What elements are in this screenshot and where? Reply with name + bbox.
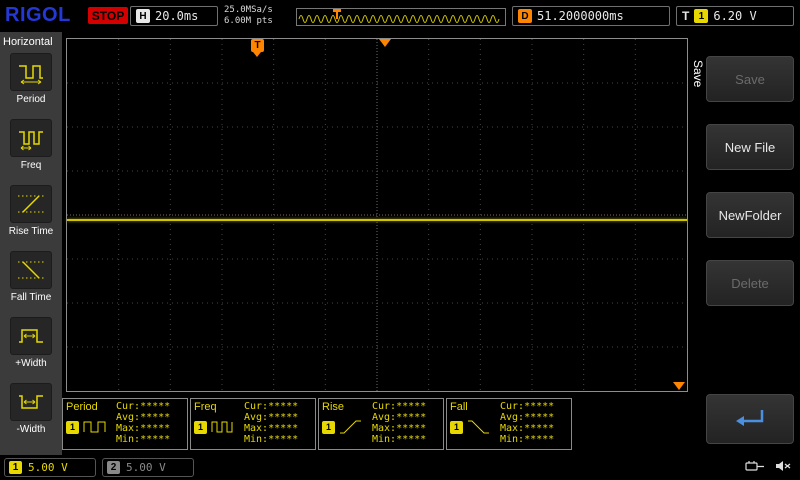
delay-position-marker — [379, 39, 391, 47]
usb-icon — [745, 461, 764, 471]
measurement-cur: Cur:***** — [116, 401, 171, 412]
top-status-bar: RIGOL STOP H 20.0ms 25.0MSa/s 6.00M pts … — [0, 0, 800, 32]
measurement-min: Min:***** — [244, 434, 299, 445]
timebase-value: 20.0ms — [155, 9, 199, 23]
measurement-max: Max:***** — [244, 423, 299, 434]
measurement-min: Min:***** — [500, 434, 555, 445]
run-state-badge: STOP — [88, 7, 128, 24]
measurement-name: Rise — [322, 401, 345, 413]
measurement-name: Fall — [450, 401, 468, 413]
rise-icon — [340, 420, 361, 434]
menu-item-label: +Width — [15, 358, 47, 369]
delay-box: D 51.2000000ms — [512, 6, 670, 26]
freq-icon — [211, 421, 233, 433]
measurement-max: Max:***** — [116, 423, 171, 434]
rise-time-icon — [10, 185, 52, 223]
delay-label-badge: D — [518, 9, 532, 23]
measurement-cur: Cur:***** — [244, 401, 299, 412]
horizontal-timebase-box: H 20.0ms — [130, 6, 218, 26]
waveform-preview-strip — [296, 8, 506, 26]
memory-depth: 6.00M pts — [224, 16, 273, 26]
preview-trigger-marker — [333, 9, 341, 19]
channel-badge: 1 — [66, 420, 79, 434]
horizontal-label-badge: H — [136, 9, 150, 23]
trigger-position-arrow — [253, 52, 261, 57]
period-icon — [10, 53, 52, 91]
channel1-number-badge: 1 — [9, 461, 22, 474]
measurement-cur: Cur:***** — [372, 401, 427, 412]
return-arrow-icon — [736, 410, 764, 426]
measurement-panel-freq: Freq 1 Cur:***** Avg:***** Max:***** Min… — [190, 398, 316, 450]
delay-value: 51.2000000ms — [537, 9, 624, 23]
channel1-indicator[interactable]: 1 5.00 V — [4, 458, 96, 477]
menu-item-label: Fall Time — [10, 292, 52, 303]
trigger-label: T — [682, 9, 690, 23]
channel-badge: 1 — [194, 420, 207, 434]
measure-menu-sidebar: Horizontal Period Freq Rise Time Fall Ti… — [0, 32, 62, 455]
save-button[interactable]: Save — [706, 56, 794, 102]
measurement-avg: Avg:***** — [244, 412, 299, 423]
menu-item-fall-time[interactable]: Fall Time — [0, 248, 62, 314]
channel-badge: 1 — [450, 420, 463, 434]
menu-item-freq[interactable]: Freq — [0, 116, 62, 182]
new-folder-button[interactable]: NewFolder — [706, 192, 794, 238]
menu-tab-save: Save — [691, 60, 705, 88]
delete-button[interactable]: Delete — [706, 260, 794, 306]
fall-time-icon — [10, 251, 52, 289]
graticule-grid — [67, 39, 687, 391]
menu-item-minus-width[interactable]: -Width — [0, 380, 62, 446]
measurement-avg: Avg:***** — [372, 412, 427, 423]
waveform-display: T — [66, 38, 688, 392]
speaker-muted-icon — [776, 461, 791, 471]
trigger-level-marker[interactable] — [673, 382, 685, 390]
new-file-button[interactable]: New File — [706, 124, 794, 170]
measurement-panel-period: Period 1 Cur:***** Avg:***** Max:***** M… — [62, 398, 188, 450]
menu-item-period[interactable]: Period — [0, 50, 62, 116]
menu-item-label: Freq — [20, 160, 42, 171]
rigol-logo: RIGOL — [5, 4, 71, 26]
measurement-cur: Cur:***** — [500, 401, 555, 412]
menu-item-label: Rise Time — [8, 226, 54, 237]
channel2-number-badge: 2 — [107, 461, 120, 474]
channel1-scale: 5.00 V — [28, 461, 68, 474]
menu-item-label: Period — [16, 94, 46, 105]
fall-icon — [468, 420, 489, 434]
trigger-level-value: 6.20 V — [713, 9, 757, 23]
menu-item-rise-time[interactable]: Rise Time — [0, 182, 62, 248]
measurement-name: Freq — [194, 401, 217, 413]
menu-item-label: -Width — [16, 424, 46, 435]
sample-rate: 25.0MSa/s — [224, 5, 273, 15]
measurement-name: Period — [66, 401, 98, 413]
menu-item-plus-width[interactable]: +Width — [0, 314, 62, 380]
freq-icon — [10, 119, 52, 157]
trigger-position-marker[interactable]: T — [251, 39, 264, 52]
measurement-strip: Period 1 Cur:***** Avg:***** Max:***** M… — [62, 398, 572, 450]
measurement-max: Max:***** — [500, 423, 555, 434]
measurement-min: Min:***** — [116, 434, 171, 445]
channel1-trace — [67, 219, 687, 221]
measure-category-title: Horizontal — [3, 36, 53, 48]
channel2-indicator[interactable]: 2 5.00 V — [102, 458, 194, 477]
measurement-max: Max:***** — [372, 423, 427, 434]
measurement-panel-fall: Fall 1 Cur:***** Avg:***** Max:***** Min… — [446, 398, 572, 450]
acquisition-info: 25.0MSa/s 6.00M pts — [224, 5, 273, 27]
trigger-box: T 1 6.20 V — [676, 6, 794, 26]
back-button[interactable] — [706, 394, 794, 444]
trigger-channel-badge: 1 — [694, 9, 709, 23]
channel-badge: 1 — [322, 420, 335, 434]
oscilloscope-screen: RIGOL STOP H 20.0ms 25.0MSa/s 6.00M pts … — [0, 0, 800, 480]
measurement-min: Min:***** — [372, 434, 427, 445]
preview-wave — [298, 15, 500, 23]
period-icon — [83, 421, 106, 433]
bottom-status-bar: 1 5.00 V 2 5.00 V — [0, 455, 800, 480]
plus-width-icon — [10, 317, 52, 355]
save-menu: Save Save New File NewFolder Delete — [688, 32, 800, 455]
measurement-avg: Avg:***** — [500, 412, 555, 423]
channel2-scale: 5.00 V — [126, 461, 166, 474]
measurement-avg: Avg:***** — [116, 412, 171, 423]
measurement-panel-rise: Rise 1 Cur:***** Avg:***** Max:***** Min… — [318, 398, 444, 450]
minus-width-icon — [10, 383, 52, 421]
